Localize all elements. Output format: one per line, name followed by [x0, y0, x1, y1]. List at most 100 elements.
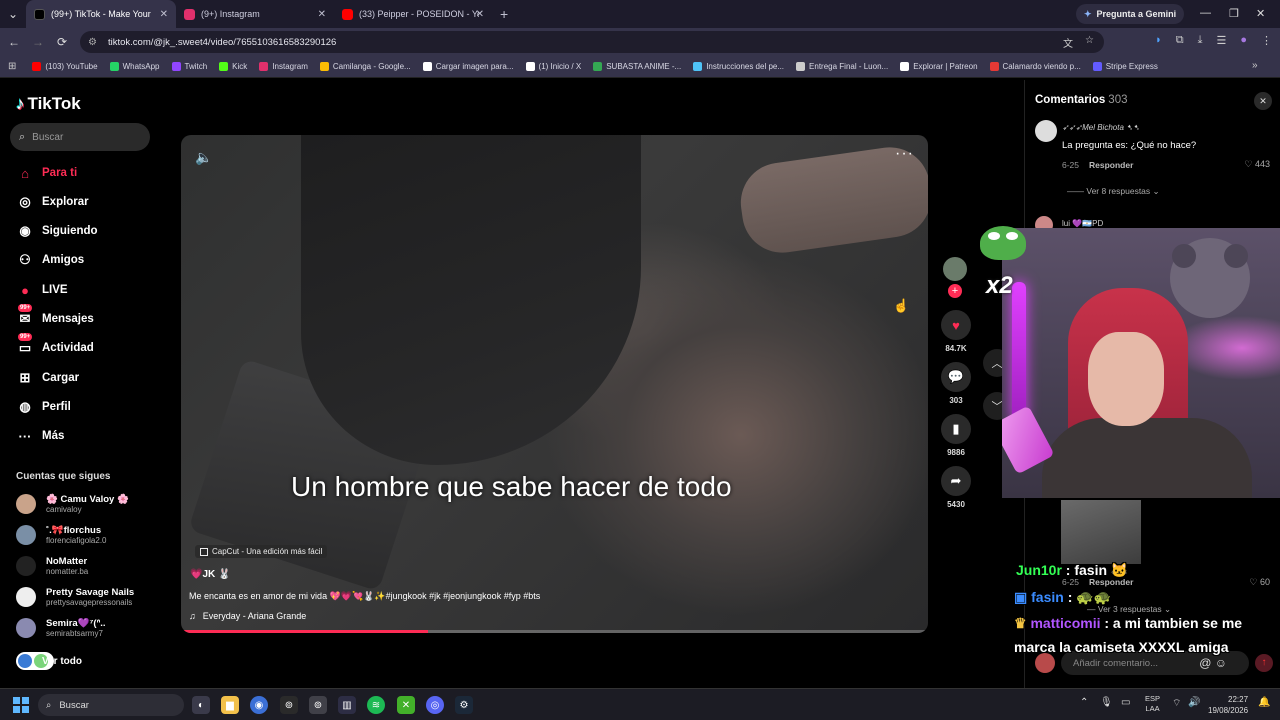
video-player[interactable]: 🔈 ··· Un hombre que sabe hacer de todo C… — [181, 135, 928, 633]
translate-icon[interactable]: 文 — [1063, 35, 1073, 50]
nav-item-más[interactable]: ··· Más — [16, 427, 65, 445]
bookmark-item[interactable]: Entrega Final - Luon... — [796, 62, 888, 71]
nav-item-actividad[interactable]: ▭ 99+ Actividad — [16, 333, 94, 357]
tray-overflow-icon[interactable]: ⌃ — [1080, 697, 1088, 708]
music-link[interactable]: ♫ Everyday - Ariana Grande — [189, 611, 306, 621]
bookmark-item[interactable]: Calamardo viendo p... — [989, 62, 1081, 71]
tiktok-logo[interactable]: ♪ TikTok — [16, 94, 81, 114]
reload-icon[interactable]: ⟳ — [50, 35, 74, 49]
notification-icon[interactable]: 🔔 — [1258, 697, 1270, 708]
bookmark-item[interactable]: Cargar imagen para... — [422, 62, 514, 71]
creator-avatar[interactable] — [943, 257, 967, 281]
system-clock[interactable]: 22:27 19/08/2026 — [1208, 694, 1248, 716]
like-button[interactable]: ♥ 84.7K — [939, 310, 973, 353]
download-icon[interactable]: ⤓ — [1198, 34, 1203, 47]
close-tab-icon[interactable]: ✕ — [318, 9, 326, 20]
obs-icon[interactable]: ⊚ — [280, 696, 298, 714]
more-options-icon[interactable]: ··· — [895, 145, 914, 163]
app-icon[interactable]: ▥ — [338, 696, 356, 714]
puzzle-icon[interactable]: ⧉ — [1176, 34, 1184, 47]
volume-icon[interactable]: 🔈 — [195, 149, 212, 166]
bookmark-item[interactable]: Instrucciones del pe... — [693, 62, 784, 71]
nav-item-siguiendo[interactable]: ◉ Siguiendo — [16, 222, 97, 240]
close-tab-icon[interactable]: ✕ — [160, 9, 168, 20]
comment-like-button[interactable]: ♡ 443 — [1244, 159, 1270, 170]
followed-account[interactable]: Semira💜⁷(ᐢ.. semirabtsarmy7 — [16, 618, 106, 638]
bookmark-item[interactable]: Stripe Express — [1092, 62, 1158, 71]
tray-app-icon[interactable]: ▭ — [1121, 697, 1130, 708]
capcut-link[interactable]: CapCut - Una edición más fácil — [195, 545, 328, 558]
mention-emoji-icons[interactable]: @ ☺ — [1199, 656, 1227, 670]
tab-instagram[interactable]: (9+) Instagram ✕ — [176, 0, 334, 28]
close-comments-icon[interactable]: ✕ — [1254, 92, 1272, 110]
nav-item-amigos[interactable]: ⚇ Amigos — [16, 251, 84, 269]
file-explorer-icon[interactable]: ▆ — [221, 696, 239, 714]
restore-icon[interactable]: ❐ — [1229, 7, 1239, 20]
extension-icon[interactable]: ◗ — [1155, 34, 1162, 47]
bookmark-item[interactable]: (103) YouTube — [32, 62, 98, 71]
windows-start-icon[interactable] — [13, 697, 29, 713]
comment-username[interactable]: ➶➶➶Mel Bichota ➷➷ — [1062, 123, 1140, 132]
microphone-icon[interactable]: 🎙 — [1100, 697, 1113, 708]
task-view-icon[interactable]: ◐ — [192, 696, 210, 714]
bookmark-item[interactable]: WhatsApp — [109, 62, 160, 71]
bookmark-item[interactable]: SUBASTA ANIME -... — [593, 62, 681, 71]
view-replies-button[interactable]: —— Ver 8 respuestas ⌄ — [1067, 186, 1160, 197]
bookmark-item[interactable]: Explorar | Patreon — [900, 62, 978, 71]
bookmark-item[interactable]: Instagram — [259, 62, 308, 71]
comment-like-button[interactable]: ♡ 60 — [1249, 577, 1270, 588]
wifi-icon[interactable]: ⌔ — [1172, 697, 1181, 710]
bookmark-star-icon[interactable]: ☆ — [1085, 35, 1094, 50]
app-icon[interactable]: ⊚ — [309, 696, 327, 714]
followed-account[interactable]: Pretty Savage Nails prettysavagepressonai… — [16, 587, 134, 607]
video-author[interactable]: 💗JK 🐰 — [190, 569, 230, 580]
nav-item-perfil[interactable]: ◍ Perfil — [16, 398, 70, 416]
chrome-icon[interactable]: ◉ — [250, 696, 268, 714]
video-progress-bar[interactable] — [181, 630, 928, 633]
see-all-button[interactable]: Ver todo — [16, 652, 82, 670]
reading-list-icon[interactable]: ☰ — [1216, 34, 1226, 47]
site-info-icon[interactable]: ⚙ — [88, 37, 102, 48]
nav-item-explorar[interactable]: ◎ Explorar — [16, 193, 88, 211]
new-tab-button[interactable]: + — [500, 6, 508, 22]
save-button[interactable]: ▮ 9886 — [939, 414, 973, 457]
send-comment-icon[interactable]: ↑ — [1255, 654, 1273, 672]
bookmark-item[interactable]: Twitch — [171, 62, 207, 71]
gemini-button[interactable]: ✦ Pregunta a Gemini — [1076, 4, 1185, 24]
spotify-icon[interactable]: ≋ — [367, 696, 385, 714]
back-icon[interactable]: ← — [2, 35, 26, 49]
profile-avatar-icon[interactable]: ● — [1240, 34, 1247, 47]
comment-username[interactable]: lui 💜🇦🇷PD — [1062, 219, 1103, 228]
xbox-icon[interactable]: ✕ — [397, 696, 415, 714]
followed-account[interactable]: ˚.🎀florchus florenciafigola2.0 — [16, 525, 106, 545]
apps-icon[interactable]: ⊞ — [8, 61, 16, 72]
nav-item-para-ti[interactable]: ⌂ Para ti — [16, 164, 77, 182]
steam-icon[interactable]: ⚙ — [455, 696, 473, 714]
nav-item-cargar[interactable]: ⊞ Cargar — [16, 369, 80, 387]
search-input[interactable]: ⌕ Buscar — [10, 123, 150, 151]
address-bar[interactable]: ⚙ tiktok.com/@jk_.sweet4/video/765510361… — [80, 31, 1104, 53]
followed-account[interactable]: 🌸 Camu Valoy 🌸 camivaloy — [16, 494, 129, 514]
comment-button[interactable]: 💬 303 — [939, 362, 973, 405]
comment-avatar[interactable] — [1035, 120, 1057, 142]
nav-item-live[interactable]: ● LIVE — [16, 281, 68, 299]
tab-tiktok[interactable]: (99+) TikTok - Make Your Day ✕ — [26, 0, 176, 28]
menu-icon[interactable]: ⋮ — [1261, 34, 1272, 47]
bookmark-item[interactable]: Camilanga - Google... — [319, 62, 411, 71]
bookmark-item[interactable]: Kick — [219, 62, 247, 71]
close-tab-icon[interactable]: ✕ — [476, 9, 484, 20]
discord-icon[interactable]: ◎ — [426, 696, 444, 714]
share-button[interactable]: ➦ 5430 — [939, 466, 973, 509]
follow-plus-button[interactable]: + — [948, 284, 962, 298]
tab-list-icon[interactable]: ⌄ — [0, 7, 26, 21]
tab-youtube[interactable]: (33) Peipper - POSEIDON - YouTube ✕ — [334, 0, 492, 28]
close-window-icon[interactable]: ✕ — [1256, 7, 1265, 20]
bookmark-item[interactable]: (1) Inicio / X — [525, 62, 581, 71]
reply-button[interactable]: Responder — [1089, 160, 1133, 170]
forward-icon[interactable]: → — [26, 35, 50, 49]
minimize-icon[interactable]: — — [1200, 7, 1211, 19]
followed-account[interactable]: NoMatter nomatter.ba — [16, 556, 88, 576]
taskbar-search[interactable]: ⌕ Buscar — [38, 694, 184, 716]
nav-item-mensajes[interactable]: ✉ 99+ Mensajes — [16, 304, 94, 328]
language-indicator[interactable]: ESP LAA — [1145, 694, 1160, 714]
